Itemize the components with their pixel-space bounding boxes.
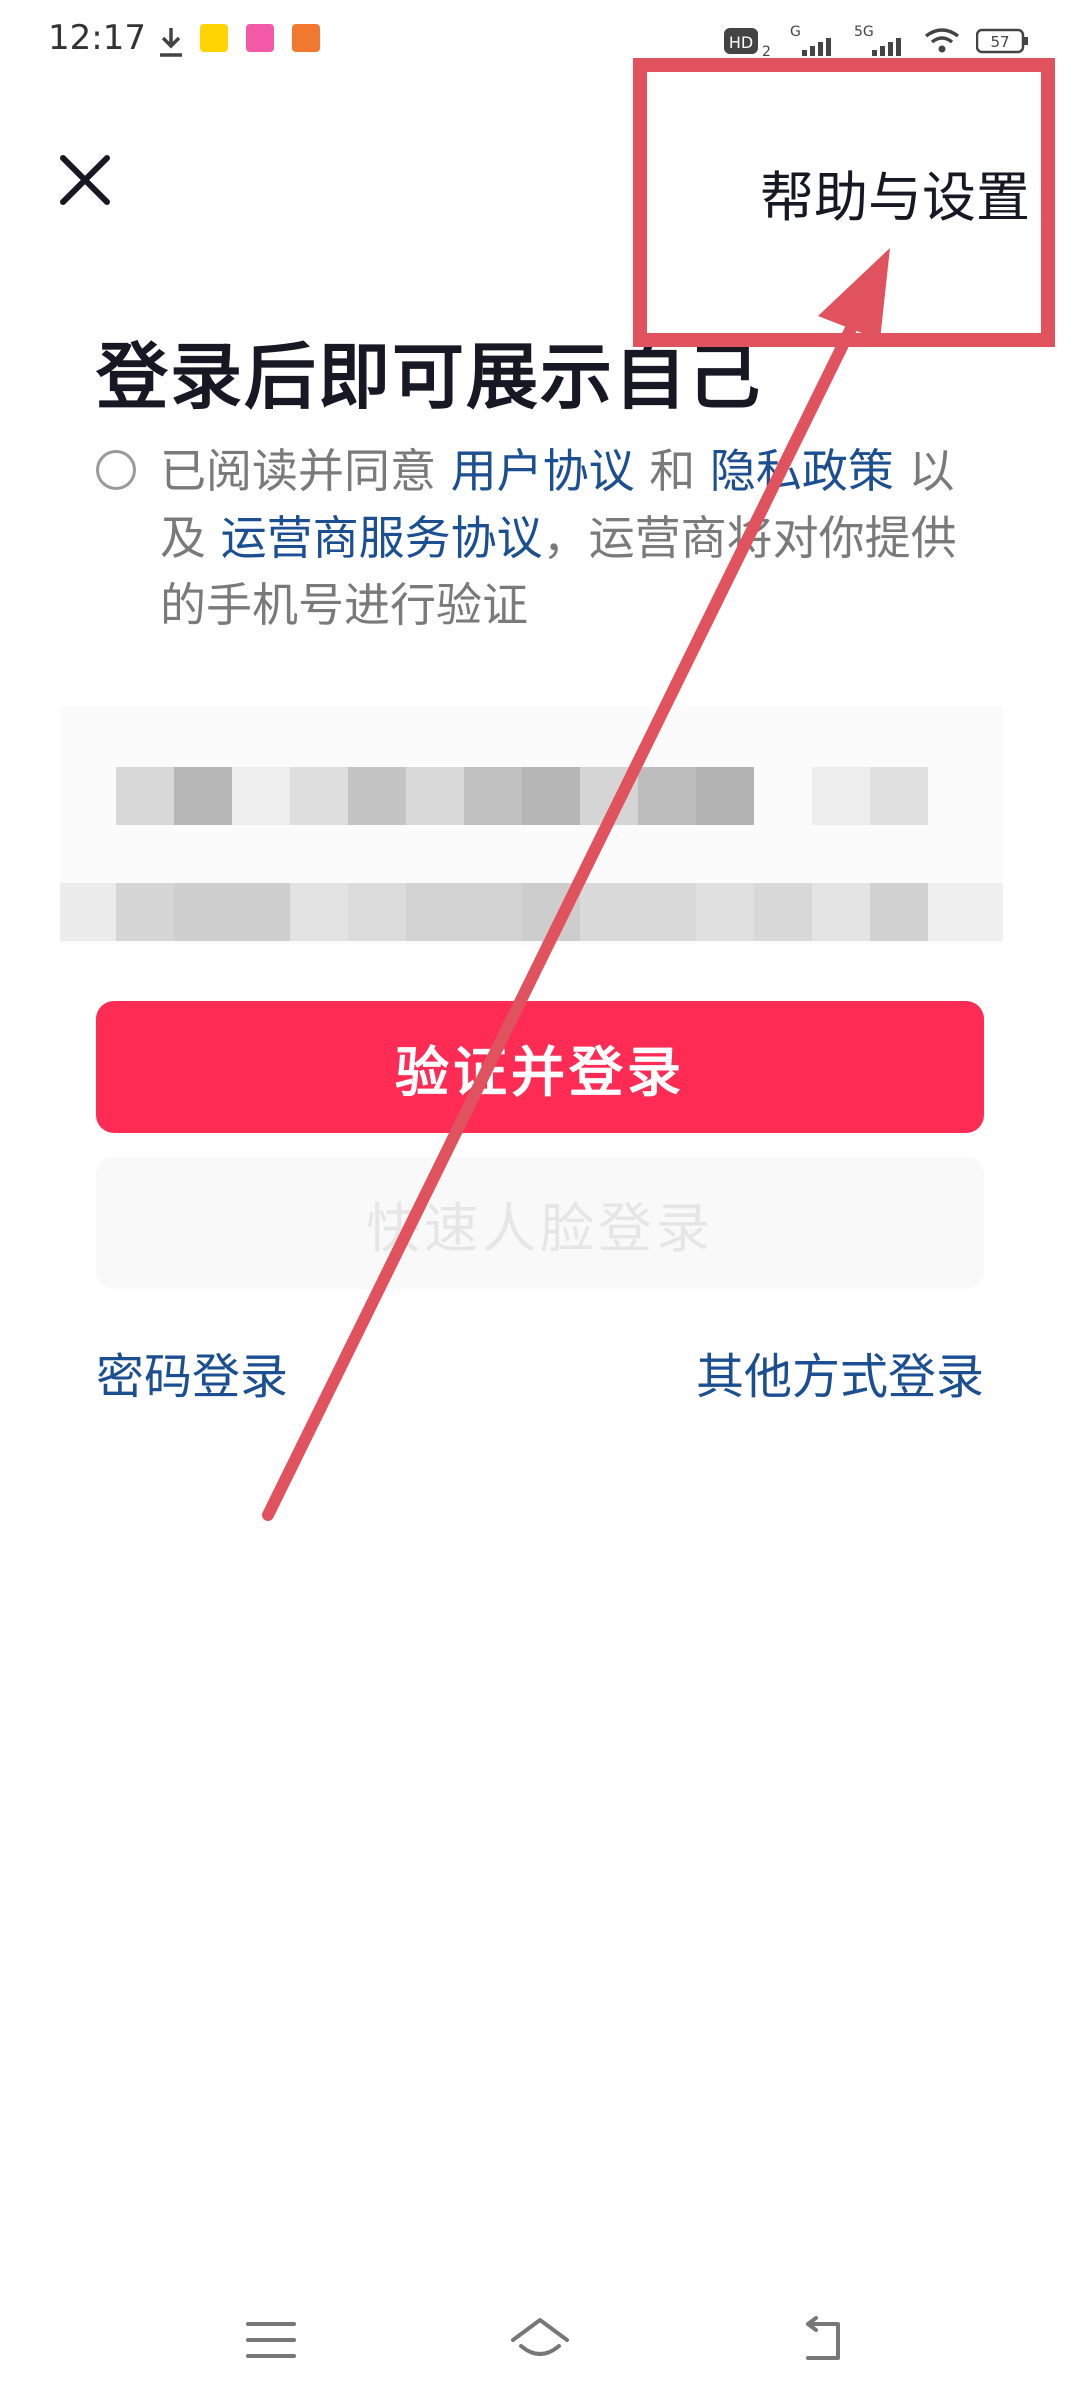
help-settings-button[interactable]: 帮助与设置 <box>760 153 1030 232</box>
svg-text:2: 2 <box>762 44 771 58</box>
app-notification-icon <box>200 24 228 52</box>
status-indicators: HD 2 G 5G 57 <box>724 22 1030 60</box>
svg-text:G: G <box>790 24 801 40</box>
agreement-and: 和 <box>649 444 696 498</box>
masked-phone-number <box>60 705 1003 945</box>
app-notification-icon <box>246 24 274 52</box>
app-notification-icon <box>292 24 320 52</box>
svg-text:HD: HD <box>729 33 753 52</box>
privacy-policy-link[interactable]: 隐私政策 <box>710 444 894 498</box>
svg-text:57: 57 <box>990 33 1009 51</box>
hd-icon: HD 2 <box>724 28 771 58</box>
battery-icon: 57 <box>976 28 1028 54</box>
signal-5g-icon: 5G <box>854 24 901 56</box>
user-agreement-link[interactable]: 用户协议 <box>451 444 635 498</box>
wifi-icon <box>924 28 960 53</box>
menu-icon[interactable] <box>236 2310 306 2370</box>
agreement-text: 已阅读并同意 用户协议 和 隐私政策 以及 运营商服务协议，运营商将对你提供的手… <box>160 438 960 639</box>
home-icon[interactable] <box>505 2310 575 2370</box>
carrier-agreement-link[interactable]: 运营商服务协议 <box>221 511 543 565</box>
page-title: 登录后即可展示自己 <box>96 335 763 419</box>
status-time: 12:17 <box>48 18 146 58</box>
agreement-prefix: 已阅读并同意 <box>160 444 436 498</box>
annotation-arrow-head <box>818 248 890 340</box>
svg-text:5G: 5G <box>854 24 874 40</box>
close-icon <box>60 155 110 205</box>
other-login-link[interactable]: 其他方式登录 <box>696 1337 984 1407</box>
back-icon[interactable] <box>790 2310 860 2370</box>
close-button[interactable] <box>55 150 115 210</box>
verify-login-button[interactable]: 验证并登录 <box>96 1001 984 1133</box>
face-login-button[interactable]: 快速人脸登录 <box>96 1157 984 1289</box>
password-login-link[interactable]: 密码登录 <box>96 1337 288 1407</box>
download-icon <box>160 28 182 57</box>
agreement-radio[interactable] <box>96 450 136 490</box>
signal-g-icon: G <box>790 24 831 56</box>
